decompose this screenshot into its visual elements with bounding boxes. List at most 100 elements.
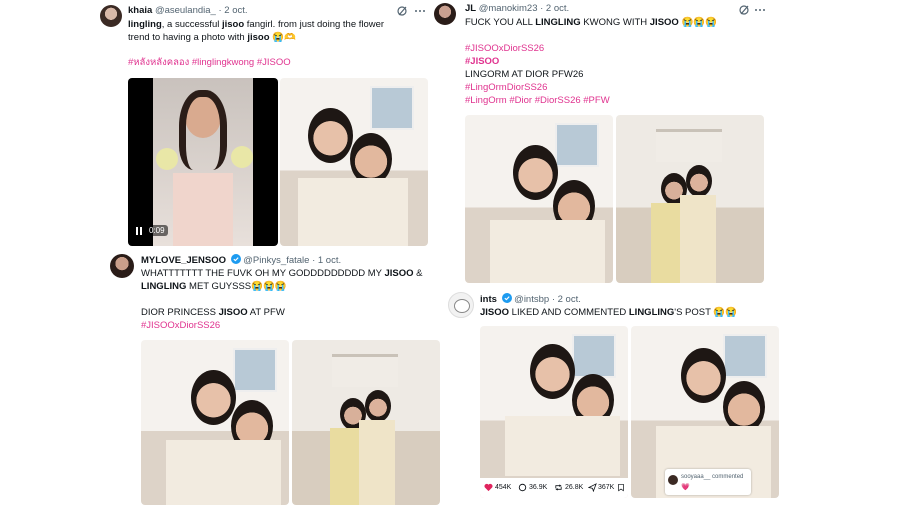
outfit — [490, 220, 605, 283]
display-name[interactable]: JL — [465, 3, 476, 14]
hashtags[interactable]: #หลังหลังคลอง #linglingkwong #JISOO — [128, 57, 291, 70]
hashtag[interactable]: #LingOrmDiorSS26 — [465, 82, 547, 95]
tweet-text-segment: MET GUYSSS😭😭😭 — [186, 281, 287, 292]
screenshot-comment[interactable]: sooyaaa__ commented 💗 — [631, 326, 779, 498]
tweet-text-segment: 😭😭😭 — [678, 17, 717, 28]
display-name[interactable]: khaia — [128, 5, 152, 16]
tweet-card-mylove-jensoo[interactable]: MYLOVE_JENSOO @Pinkys_fatale · 1 oct. WH… — [106, 252, 446, 505]
pause-icon[interactable] — [135, 227, 143, 235]
like-count: 454K — [495, 484, 512, 491]
window-shape — [555, 123, 599, 167]
photo-two-women[interactable] — [141, 340, 289, 505]
handle[interactable]: @intsbp — [514, 294, 549, 305]
hashtag[interactable]: #JISOOxDiorSS26 — [465, 43, 544, 56]
tweet-text-segment: , a successful — [161, 19, 222, 30]
avatar[interactable] — [448, 292, 474, 318]
person-figure — [191, 370, 236, 425]
tweet-text-segment: & — [413, 268, 423, 279]
share-count: 367K — [598, 484, 615, 491]
outfit — [359, 420, 395, 505]
tweet-text-segment: DIOR PRINCESS — [141, 307, 219, 318]
window-shape — [233, 348, 277, 392]
timestamp[interactable]: · 2 oct. — [552, 294, 581, 305]
stats-bar: 454K 36.9K 26.8K 367K — [480, 478, 628, 498]
repost-count: 26.8K — [565, 484, 584, 491]
tweet-text: JISOO LIKED AND COMMENTED LINGLING'S POS… — [480, 307, 737, 320]
tweet-header: MYLOVE_JENSOO @Pinkys_fatale · 1 oct. — [141, 254, 341, 267]
avatar[interactable] — [434, 3, 456, 25]
screenshot-post[interactable]: 454K 36.9K 26.8K 367K — [480, 326, 628, 498]
window-shape — [723, 334, 767, 378]
tweet-text: trend to having a photo with jisoo 😭🫶 — [128, 32, 296, 45]
photo-two-women[interactable] — [280, 78, 428, 246]
heart-icon[interactable] — [484, 483, 493, 492]
avatar-cat — [454, 299, 470, 313]
comment-count: 36.9K — [529, 484, 548, 491]
mention-text: jisoo — [221, 19, 245, 30]
tweet-header: ints @intsbp · 2 oct. — [480, 293, 581, 306]
outfit — [166, 440, 281, 505]
tweet-text-segment: AT PFW — [247, 307, 285, 318]
person-figure — [530, 344, 575, 399]
tweet-more-icon[interactable] — [414, 5, 426, 17]
tweet-text-segment: WHATTTTTTT THE FUVK OH MY GODDDDDDDDD MY — [141, 268, 385, 279]
mention-text: LINGLING — [141, 281, 187, 292]
tweet-card-ints[interactable]: ints @intsbp · 2 oct. JISOO LIKED AND CO… — [444, 288, 784, 503]
tweet-text: LINGLING MET GUYSSS😭😭😭 — [141, 281, 287, 294]
verified-icon — [230, 254, 241, 264]
grok-icon[interactable] — [396, 5, 408, 17]
video-thumbnail[interactable]: 0:09 — [128, 78, 278, 246]
hashtags[interactable]: #LingOrm #Dior #DiorSS26 #PFW — [465, 95, 610, 108]
hair-shape — [179, 90, 227, 170]
display-name[interactable]: ints — [480, 294, 497, 305]
comment-icon[interactable] — [518, 483, 527, 492]
hashtag[interactable]: #JISOOxDiorSS26 — [141, 320, 220, 333]
timestamp[interactable]: · 2 oct. — [218, 5, 247, 16]
mention-text: lingling — [128, 19, 162, 30]
outfit — [173, 173, 233, 246]
tweet-text-segment: trend to having a photo with — [128, 32, 248, 43]
hashtag[interactable]: #JISOO — [465, 56, 499, 69]
tweet-header: JL @manokim23 · 2 oct. — [465, 3, 569, 15]
tweet-card-jl[interactable]: JL @manokim23 · 2 oct. FUCK YOU ALL LING… — [432, 0, 772, 290]
avatar[interactable] — [110, 254, 134, 278]
handle[interactable]: @manokim23 — [479, 3, 538, 14]
tweet-more-icon[interactable] — [754, 4, 766, 16]
handle[interactable]: @Pinkys_fatale — [243, 255, 309, 266]
photo-two-women[interactable] — [292, 340, 440, 505]
outfit — [298, 178, 408, 246]
comment-overlay: sooyaaa__ commented 💗 — [665, 469, 751, 495]
repost-icon[interactable] — [554, 483, 563, 492]
tweet-text-segment: LIKED AND COMMENTED — [509, 307, 629, 318]
person-figure — [308, 108, 353, 163]
avatar[interactable] — [100, 5, 122, 27]
mention-text: LINGLING — [628, 307, 675, 318]
mention-text: jisoo — [247, 32, 270, 43]
mention-text: JISOO — [649, 17, 679, 28]
outfit — [680, 195, 716, 283]
send-icon[interactable] — [588, 483, 597, 492]
outfit — [651, 203, 681, 283]
tweet-text: WHATTTTTTT THE FUVK OH MY GODDDDDDDDD MY… — [141, 268, 423, 281]
timestamp[interactable]: · 2 oct. — [540, 3, 569, 14]
person-figure — [681, 348, 726, 403]
flower-right — [231, 146, 253, 168]
handle[interactable]: @aseulandia_ — [155, 5, 216, 16]
photo-two-women[interactable] — [616, 115, 764, 283]
window-shape — [656, 129, 722, 162]
grok-icon[interactable] — [738, 4, 750, 16]
outfit — [330, 428, 360, 505]
mention-text: LINGLING — [535, 17, 581, 28]
tweet-text-segment: 'S POST 😭😭 — [674, 307, 738, 318]
timestamp[interactable]: · 1 oct. — [312, 255, 341, 266]
commenter-avatar — [668, 475, 678, 485]
bookmark-icon[interactable] — [617, 483, 625, 492]
display-name[interactable]: MYLOVE_JENSOO — [141, 255, 226, 266]
flower-left — [156, 148, 178, 170]
window-shape — [572, 334, 616, 378]
tweet-text: DIOR PRINCESS JISOO AT PFW — [141, 307, 285, 320]
person-figure — [513, 145, 558, 200]
tweet-card-khaia[interactable]: khaia @aseulandia_ · 2 oct. lingling, a … — [96, 0, 434, 252]
photo-two-women[interactable] — [465, 115, 613, 283]
outfit — [505, 416, 620, 476]
